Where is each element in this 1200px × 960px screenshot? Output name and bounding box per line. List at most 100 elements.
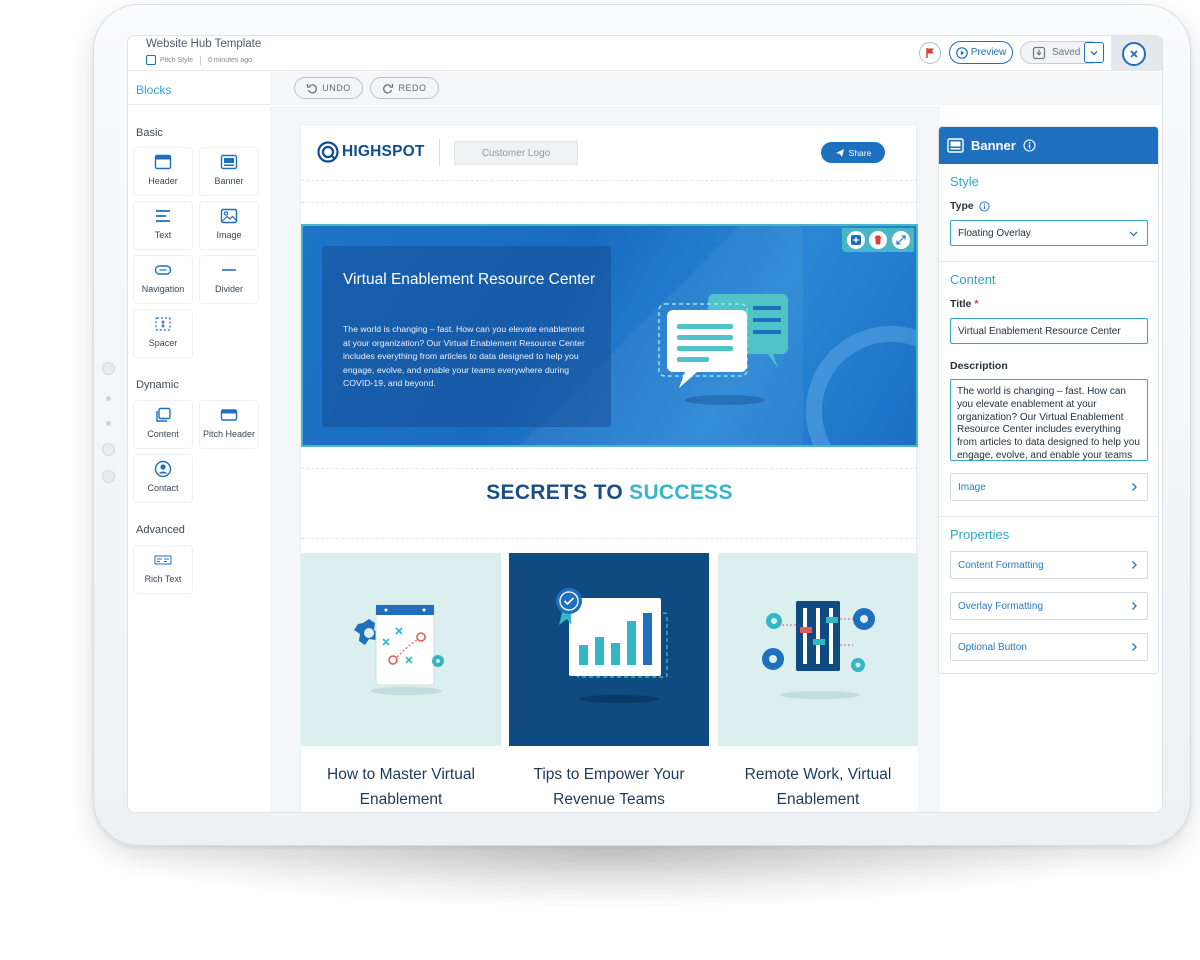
content-card[interactable]: Tips to Empower Your Revenue Teams [509,553,709,812]
preview-button[interactable]: Preview [949,41,1013,64]
blocks-sidebar: Basic Header Banner Text Image Navigatio… [128,106,270,812]
chevron-down-icon [1090,50,1098,55]
block-label: Content [147,429,179,439]
document-updated: 0 minutes ago [208,56,253,64]
preview-label: Preview [970,47,1007,58]
block-content[interactable]: Content [134,401,192,448]
properties-panel: Banner Style Type Floating Overlay Conte… [938,126,1159,674]
save-options-dropdown[interactable] [1084,42,1104,63]
banner-panel-icon [947,138,964,153]
description-textarea[interactable]: The world is changing – fast. How can yo… [950,379,1148,461]
block-label: Divider [214,284,243,294]
redo-label: REDO [398,83,427,93]
redo-button[interactable]: REDO [370,77,439,99]
property-link-label: Optional Button [958,641,1027,653]
info-icon[interactable] [979,200,990,212]
close-button[interactable] [1122,42,1146,66]
document-meta: Pitch Style 0 minutes ago [146,55,252,65]
banner-block[interactable]: Virtual Enablement Resource Center The w… [301,224,918,447]
device-button [102,362,115,375]
text-block[interactable]: SECRETS TO SUCCESS [301,468,918,539]
required-marker: * [974,298,979,310]
divider-block-icon [222,269,236,271]
block-pitch-header[interactable]: Pitch Header [200,401,258,448]
section-heading: SECRETS TO SUCCESS [301,481,918,505]
top-bar: Website Hub Template Pitch Style 0 minut… [128,36,1162,71]
block-label: Spacer [148,338,178,348]
type-select[interactable]: Floating Overlay [950,220,1148,246]
banner-block-icon [220,154,238,170]
play-icon [955,46,968,59]
toolbar: Blocks UNDO REDO [128,72,1162,105]
block-header[interactable]: Header [134,148,192,195]
customer-logo-placeholder[interactable]: Customer Logo [454,141,578,165]
document-title: Website Hub Template [146,38,262,50]
overlay-formatting-link[interactable]: Overlay Formatting [950,592,1148,620]
chat-bubbles-illustration [658,294,788,405]
section-label-advanced: Advanced [136,524,185,536]
content-heading: Content [950,272,996,287]
undo-icon [307,84,318,94]
delete-block-button[interactable] [869,231,887,249]
trash-icon [874,235,882,245]
title-label: Title * [950,298,978,310]
panel-divider [939,516,1158,517]
chevron-right-icon [1132,561,1137,569]
logo-text: HIGHSPOT [342,143,425,160]
card-strategy-illustration [301,553,501,746]
type-label-text: Type [950,200,974,212]
meta-divider [200,55,202,65]
duplicate-block-button[interactable] [846,231,865,249]
highspot-logo-icon [317,141,339,163]
card-title: Tips to Empower Your Revenue Teams [533,766,685,808]
page-header-block[interactable]: HIGHSPOT Customer Logo Share [301,125,918,181]
block-navigation[interactable]: Navigation [134,256,192,303]
block-contact[interactable]: Contact [134,455,192,502]
share-button[interactable]: Share [821,142,885,163]
panel-header: Banner [939,127,1158,164]
block-text[interactable]: Text [134,202,192,249]
spacer-block[interactable] [301,182,918,203]
card-title: Remote Work, Virtual Enablement [744,766,892,808]
block-label: Contact [147,483,179,493]
expand-block-button[interactable] [891,231,910,249]
section-label-dynamic: Dynamic [136,379,179,391]
duplicate-icon [850,235,861,245]
block-divider[interactable]: Divider [200,256,258,303]
content-formatting-link[interactable]: Content Formatting [950,551,1148,579]
chevron-right-icon [1132,483,1137,491]
description-label: Description [950,360,1008,372]
title-input[interactable]: Virtual Enablement Resource Center [950,318,1148,344]
panel-title: Banner [971,138,1016,153]
spacer-block-icon [155,317,171,331]
banner-description: The world is changing – fast. How can yo… [343,324,585,388]
highspot-logo: HIGHSPOT [317,141,425,163]
optional-button-link[interactable]: Optional Button [950,633,1148,661]
flag-button[interactable] [919,42,941,64]
expand-icon [895,235,906,245]
page-preview: HIGHSPOT Customer Logo Share Virtual Ena… [300,124,918,812]
block-label: Text [154,230,172,240]
header-block-icon [154,154,172,170]
chevron-right-icon [1132,602,1137,610]
block-label: Header [148,176,178,186]
type-label: Type [950,200,990,212]
block-rich-text[interactable]: Rich Text [134,546,192,593]
section-heading-accent: SUCCESS [629,481,733,504]
share-label: Share [848,147,872,158]
info-icon[interactable] [1023,139,1036,152]
navigation-block-icon [154,265,172,275]
image-settings-link[interactable]: Image [950,473,1148,501]
section-label-basic: Basic [136,127,163,139]
block-spacer[interactable]: Spacer [134,310,192,357]
content-card[interactable]: How to Master Virtual Enablement [301,553,501,812]
block-label: Image [216,230,242,240]
properties-heading: Properties [950,527,1010,542]
block-banner[interactable]: Banner [200,148,258,195]
device-button [102,443,115,456]
undo-button[interactable]: UNDO [294,77,363,99]
section-heading-main: SECRETS TO [486,481,624,504]
block-image[interactable]: Image [200,202,258,249]
content-card[interactable]: Remote Work, Virtual Enablement [718,553,918,812]
banner-title: Virtual Enablement Resource Center [343,271,596,288]
